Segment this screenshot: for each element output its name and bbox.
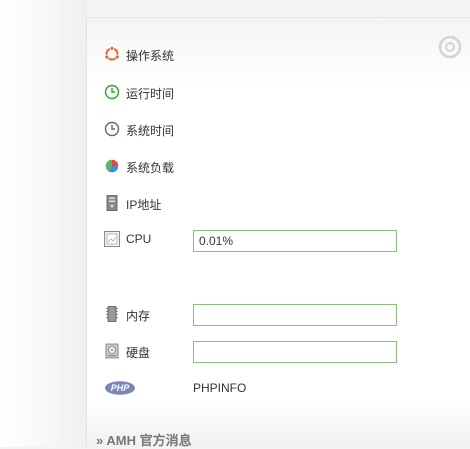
row-uptime: 运行时间 (104, 84, 404, 102)
label-ip: IP地址 (126, 198, 162, 212)
amh-news-heading: » AMH 官方消息 (96, 433, 192, 448)
row-ip: IP地址 (104, 195, 404, 213)
cpu-usage-field: 0.01% (193, 230, 397, 252)
label-cpu: CPU (126, 232, 152, 246)
label-uptime: 运行时间 (126, 87, 175, 101)
left-background (0, 0, 86, 447)
cpu-icon (104, 231, 120, 247)
label-system-time: 系统时间 (126, 124, 175, 138)
server-icon (104, 195, 120, 211)
clock-gray-icon (104, 121, 120, 137)
ubuntu-icon (104, 45, 120, 62)
phpinfo-link[interactable]: PHPINFO (193, 381, 246, 395)
pie-chart-icon (104, 158, 120, 174)
disk-usage-field (193, 341, 397, 363)
row-os: 操作系统 (104, 45, 404, 64)
disk-icon (104, 343, 120, 359)
refresh-icon[interactable] (437, 34, 463, 60)
memory-icon (104, 306, 120, 322)
label-disk: 硬盘 (126, 346, 151, 360)
php-logo-text: PHP (110, 383, 130, 393)
label-system-load: 系统负载 (126, 161, 175, 175)
php-icon: PHP (104, 380, 136, 396)
label-memory: 内存 (126, 309, 151, 323)
row-system-time: 系统时间 (104, 121, 404, 139)
memory-usage-field (193, 304, 397, 326)
row-system-load: 系统负载 (104, 158, 404, 176)
label-os: 操作系统 (126, 49, 175, 63)
clock-green-icon (104, 84, 120, 100)
